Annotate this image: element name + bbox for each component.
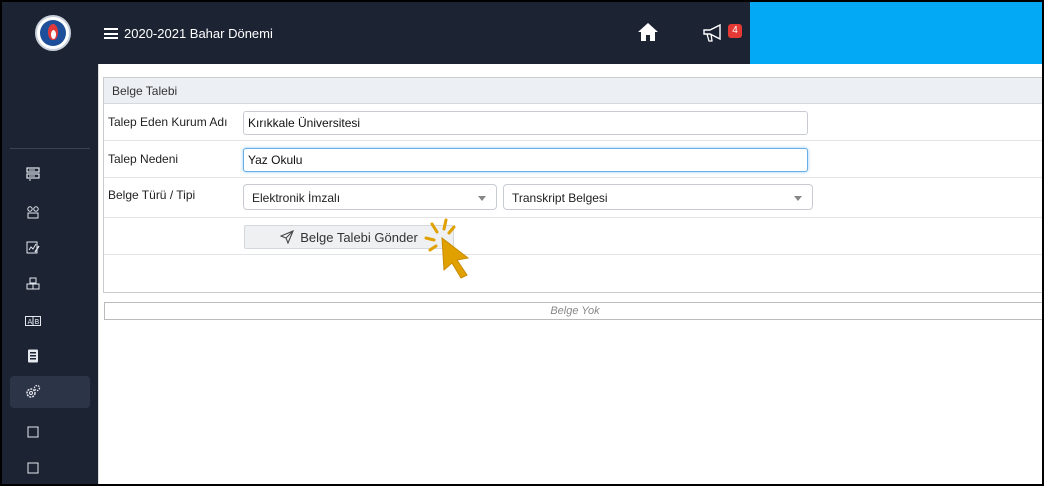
chevron-down-icon: [478, 196, 486, 201]
send-icon: [280, 230, 295, 244]
sidebar-active-highlight: [10, 376, 90, 408]
ab-icon[interactable]: AB: [24, 312, 42, 330]
document-type-select[interactable]: Transkript Belgesi: [503, 184, 813, 210]
chevron-down-icon: [794, 196, 802, 201]
hand-cursor-icon: [424, 218, 470, 279]
document-icon[interactable]: [24, 347, 42, 365]
svg-text:A: A: [28, 318, 33, 326]
chart-edit-icon[interactable]: [24, 238, 42, 256]
document-request-panel: Belge Talebi Talep Eden Kurum Adı Kırıkk…: [103, 77, 1042, 293]
app-frame: AB 2020-2021 Bahar Dönemi 4 Belge Talebi…: [0, 0, 1044, 486]
term-label: 2020-2021 Bahar Dönemi: [124, 26, 273, 41]
panel-title: Belge Talebi: [104, 78, 1042, 104]
institution-input[interactable]: Kırıkkale Üniversitesi: [243, 111, 808, 135]
server-icon[interactable]: [24, 165, 42, 183]
home-icon[interactable]: [637, 22, 659, 42]
user-area[interactable]: [750, 2, 1042, 64]
hamburger-icon[interactable]: [104, 28, 118, 39]
menu-toggle[interactable]: 2020-2021 Bahar Dönemi: [104, 26, 273, 41]
sidebar: AB: [2, 2, 98, 484]
megaphone-icon[interactable]: [702, 23, 726, 42]
users-tree-icon[interactable]: [24, 203, 42, 221]
institution-label: Talep Eden Kurum Adı: [108, 115, 228, 129]
reason-row: Talep Nedeni Yaz Okulu: [104, 141, 1042, 178]
institution-row: Talep Eden Kurum Adı Kırıkkale Üniversit…: [104, 104, 1042, 141]
square-icon[interactable]: [24, 459, 42, 477]
submit-request-label: Belge Talebi Gönder: [300, 229, 418, 245]
type-row: Belge Türü / Tipi Elektronik İmzalı Tran…: [104, 178, 1042, 218]
spacer-row: [104, 255, 1042, 292]
document-type-value: Transkript Belgesi: [512, 191, 608, 205]
cubes-icon[interactable]: [24, 275, 42, 293]
submit-row: Belge Talebi Gönder: [104, 218, 1042, 255]
svg-text:B: B: [35, 318, 40, 326]
reason-label: Talep Nedeni: [108, 152, 179, 166]
reason-input[interactable]: Yaz Okulu: [243, 148, 808, 172]
square-icon[interactable]: [24, 423, 42, 441]
signature-type-select[interactable]: Elektronik İmzalı: [243, 184, 497, 210]
type-label: Belge Türü / Tipi: [108, 188, 196, 202]
signature-type-value: Elektronik İmzalı: [252, 191, 341, 205]
logo-icon[interactable]: [35, 15, 71, 51]
gears-icon[interactable]: [24, 383, 42, 401]
notification-badge: 4: [728, 24, 742, 38]
sidebar-divider: [10, 148, 90, 149]
empty-document-list: Belge Yok: [104, 302, 1042, 320]
